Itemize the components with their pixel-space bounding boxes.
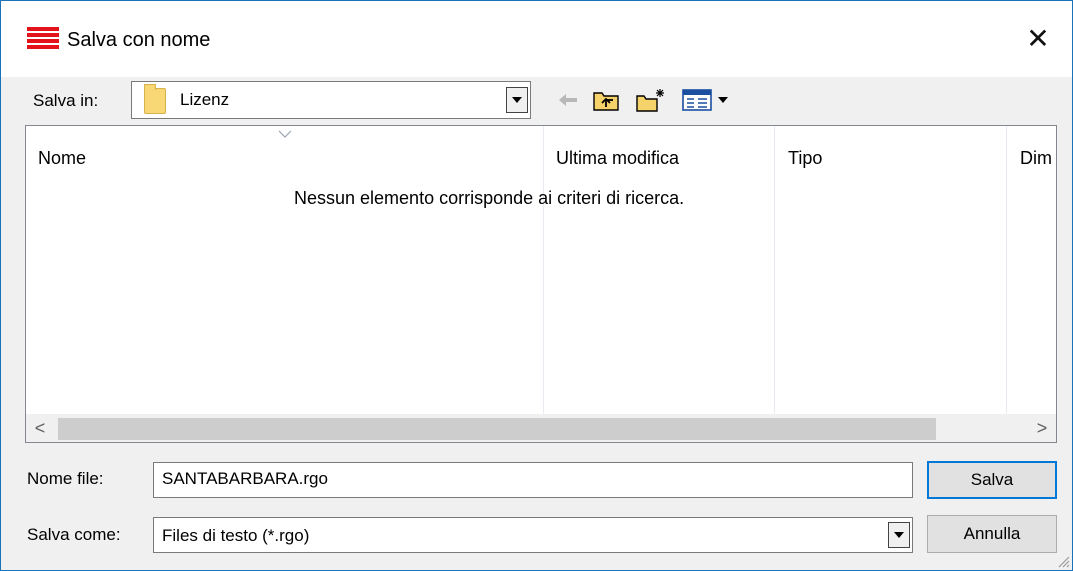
file-list[interactable]: Nome Ultima modifica Tipo Dim Nessun ele…: [25, 125, 1057, 443]
save-button[interactable]: Salva: [927, 461, 1057, 499]
save-as-dialog: Salva con nome ✕ Salva in: Lizenz Nome U…: [0, 0, 1073, 571]
scroll-left-button[interactable]: <: [26, 414, 54, 442]
cancel-button[interactable]: Annulla: [927, 515, 1057, 553]
close-button[interactable]: ✕: [1013, 15, 1063, 61]
filename-field[interactable]: SANTABARBARA.rgo: [153, 462, 913, 498]
up-folder-icon: [593, 92, 619, 111]
scrollbar-thumb[interactable]: [58, 418, 936, 440]
column-header-name[interactable]: Nome: [38, 148, 86, 169]
column-header-type[interactable]: Tipo: [788, 148, 822, 169]
filetype-value: Files di testo (*.rgo): [162, 526, 310, 545]
up-folder-button[interactable]: [591, 87, 621, 113]
chevron-left-icon: <: [34, 417, 46, 438]
resize-grip-icon[interactable]: [1056, 554, 1070, 568]
save-in-dropdown-button[interactable]: [506, 87, 528, 113]
title-bar: Salva con nome ✕: [1, 1, 1072, 77]
window-title: Salva con nome: [67, 29, 211, 51]
back-arrow-icon: [559, 94, 577, 106]
filetype-dropdown-button[interactable]: [888, 522, 910, 548]
save-in-label: Salva in:: [33, 91, 99, 110]
back-button[interactable]: [555, 87, 581, 113]
chevron-down-icon: [894, 532, 904, 538]
chevron-down-icon: [512, 97, 522, 103]
horizontal-scrollbar[interactable]: < >: [26, 414, 1056, 442]
filetype-label: Salva come:: [27, 525, 121, 544]
column-header-modified[interactable]: Ultima modifica: [556, 148, 679, 169]
sort-caret-icon: [278, 130, 292, 138]
new-folder-button[interactable]: [635, 87, 667, 113]
new-folder-icon: [636, 89, 664, 112]
column-divider: [543, 126, 544, 414]
view-menu-button[interactable]: [681, 87, 731, 113]
save-in-combo[interactable]: Lizenz: [131, 81, 531, 119]
empty-list-message: Nessun elemento corrisponde ai criteri d…: [294, 188, 685, 208]
app-icon: [27, 27, 59, 51]
close-icon: ✕: [1026, 22, 1050, 54]
scroll-right-button[interactable]: >: [1028, 414, 1056, 442]
folder-icon: [144, 84, 166, 114]
column-divider: [774, 126, 775, 414]
column-header-size[interactable]: Dim: [1020, 148, 1052, 169]
filetype-combo[interactable]: Files di testo (*.rgo): [153, 517, 913, 553]
chevron-right-icon: >: [1036, 417, 1048, 438]
column-divider: [1006, 126, 1007, 414]
save-in-value: Lizenz: [180, 90, 230, 109]
filename-label: Nome file:: [27, 469, 104, 488]
view-menu-icon: [682, 89, 728, 111]
